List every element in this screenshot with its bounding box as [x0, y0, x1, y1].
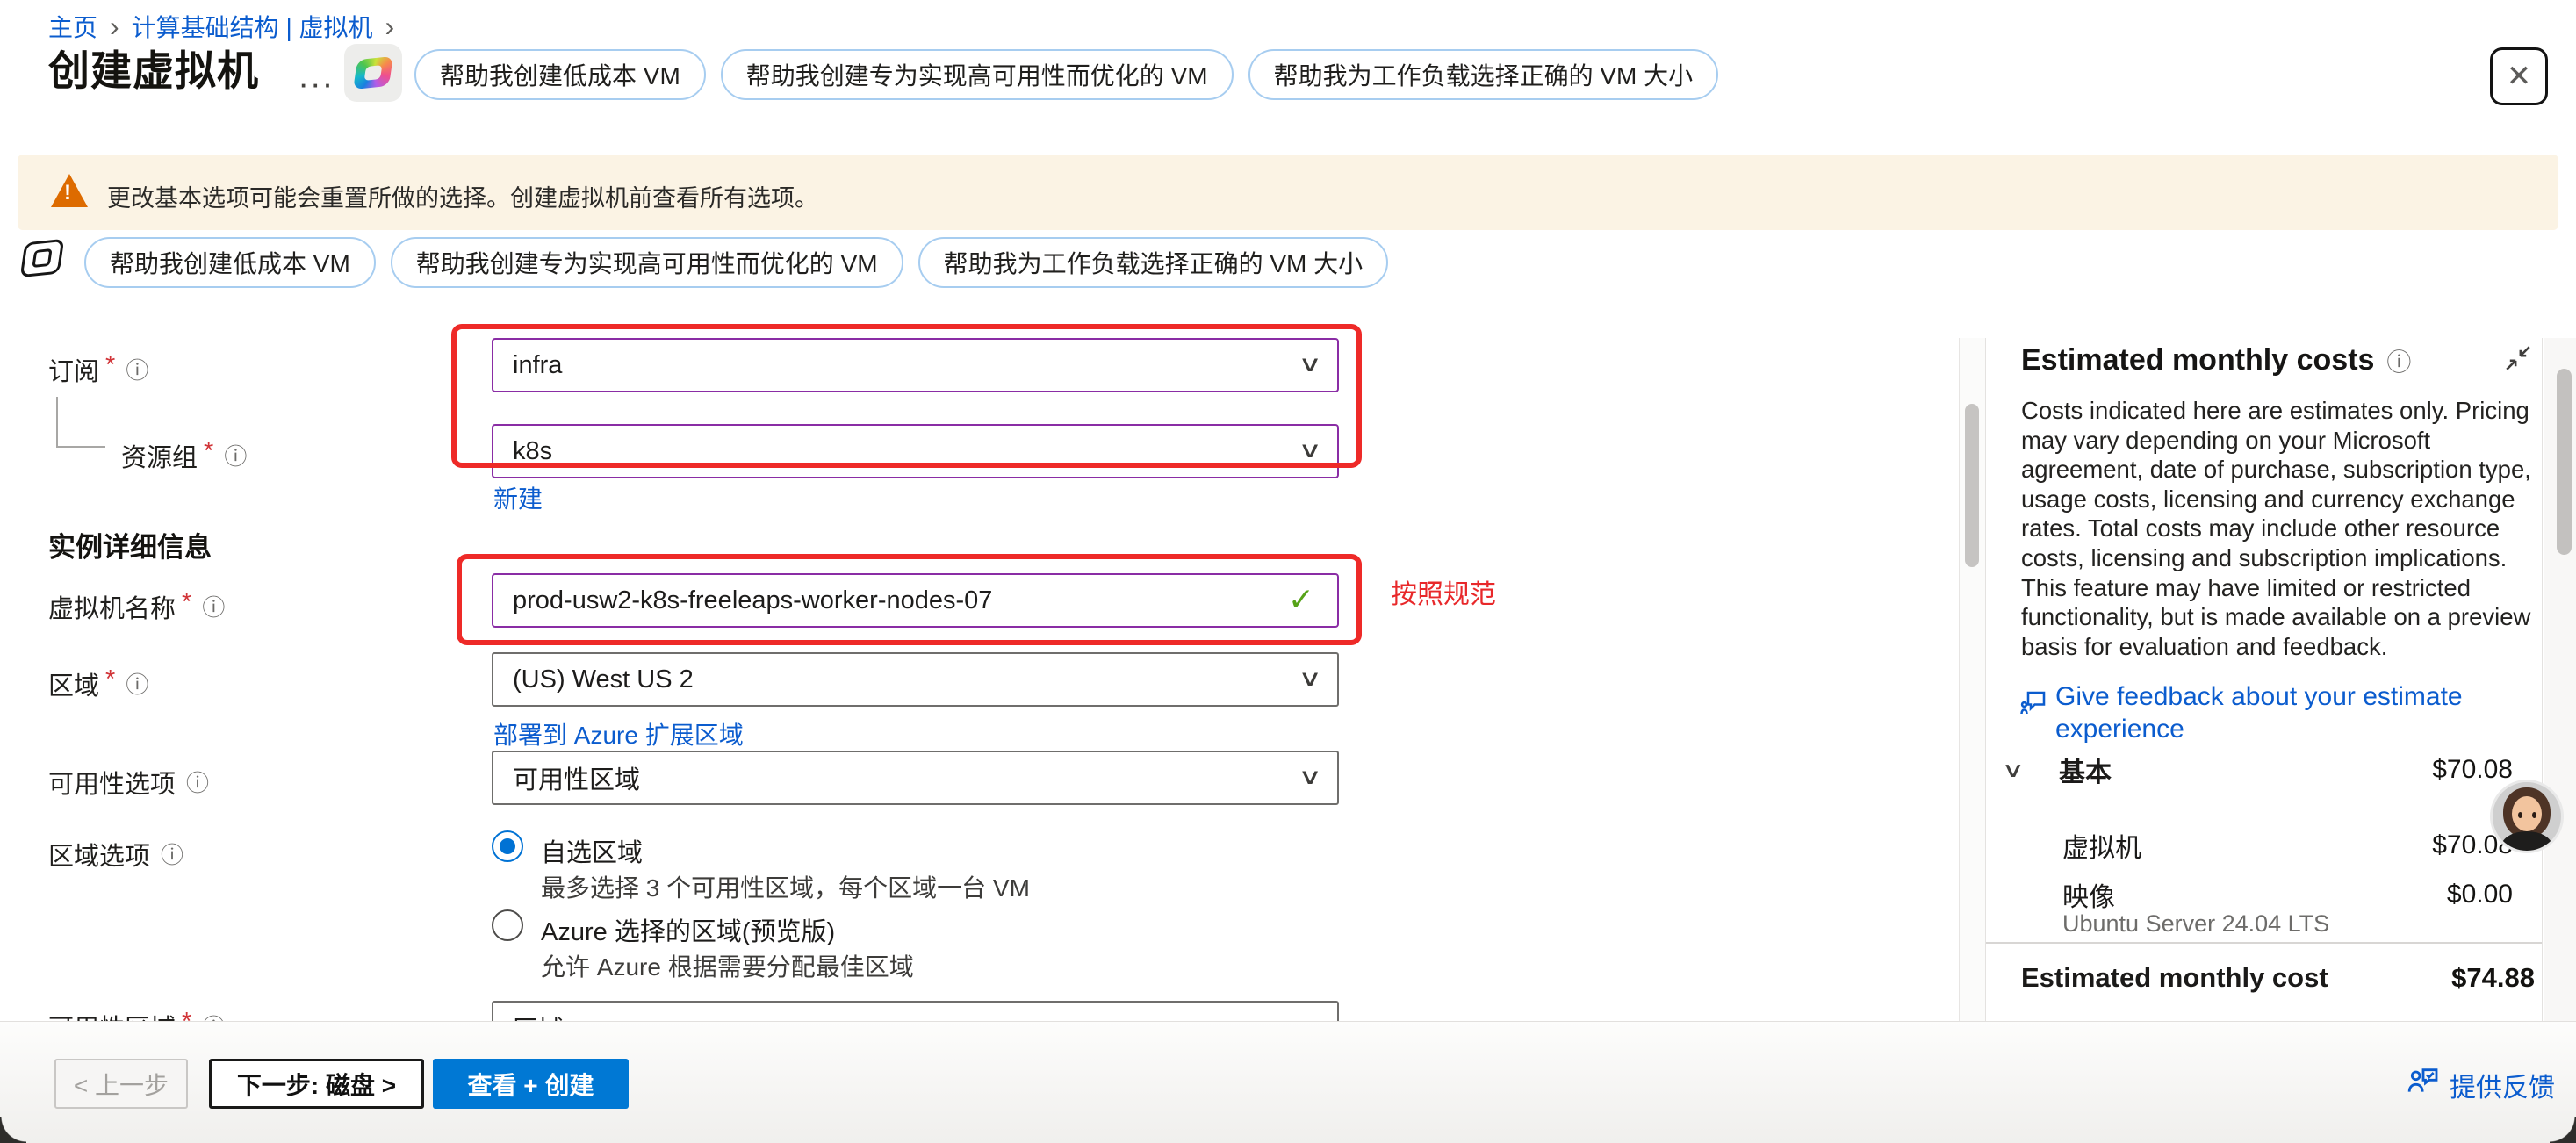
window-corner [2550, 1117, 2576, 1143]
tree-connector [56, 446, 105, 448]
copilot-prompt-row-header: 帮助我创建低成本 VM 帮助我创建专为实现高可用性而优化的 VM 帮助我为工作负… [414, 49, 1718, 100]
chevron-down-icon: ∨ [1298, 437, 1321, 464]
breadcrumb-separator-icon: › [110, 14, 119, 39]
required-marker: * [204, 437, 213, 466]
feedback-bubble-icon [2018, 687, 2049, 723]
vm-name-label: 虚拟机名称 * ⓘ [48, 588, 225, 625]
info-icon[interactable]: ⓘ [161, 837, 183, 870]
copilot-prompt-vm-size[interactable]: 帮助我为工作负载选择正确的 VM 大小 [1248, 49, 1719, 100]
feedback-person-icon [2406, 1064, 2441, 1103]
copilot-button[interactable] [344, 44, 402, 102]
cost-group-label: 基本 [2059, 751, 2112, 789]
user-avatar[interactable] [2490, 780, 2564, 853]
required-marker: * [105, 665, 115, 694]
copilot-icon [353, 56, 393, 90]
give-feedback-link[interactable]: 提供反馈 [2450, 1066, 2555, 1104]
cost-item-row: 虚拟机 $70.08 [1986, 828, 2542, 863]
window-corner [0, 1117, 26, 1143]
divider [1986, 942, 2542, 944]
copilot-outline-icon [23, 241, 61, 276]
azure-selected-zones-radio[interactable] [492, 909, 523, 941]
cost-total-value: $74.88 [2451, 962, 2535, 994]
zone-options-label: 区域选项 ⓘ [48, 836, 183, 873]
vm-name-field: ✓ [492, 573, 1339, 628]
chevron-down-icon: ∨ [1298, 351, 1321, 377]
cost-panel-title: Estimated monthly costs ⓘ [2021, 341, 2411, 378]
more-menu-button[interactable]: ··· [300, 72, 336, 99]
chevron-down-icon: ∨ [1298, 764, 1321, 790]
subscription-value: infra [513, 351, 562, 380]
vm-name-input[interactable] [513, 586, 1281, 615]
subscription-dropdown[interactable]: infra ∨ [492, 338, 1339, 392]
copilot-prompt-low-cost[interactable]: 帮助我创建低成本 VM [84, 237, 376, 288]
cost-vm-label: 虚拟机 [2062, 826, 2141, 865]
tree-connector [56, 397, 58, 448]
copilot-prompt-high-availability[interactable]: 帮助我创建专为实现高可用性而优化的 VM [721, 49, 1234, 100]
region-label: 区域 * ⓘ [48, 665, 148, 702]
avatar-face [2512, 796, 2542, 831]
azure-selected-zones-desc: 允许 Azure 根据需要分配最佳区域 [541, 948, 914, 983]
page-scrollbar-thumb[interactable] [2557, 369, 2572, 555]
validation-check-icon: ✓ [1288, 581, 1314, 618]
extended-zone-link[interactable]: 部署到 Azure 扩展区域 [493, 716, 744, 751]
collapse-panel-icon[interactable] [2503, 343, 2533, 377]
self-select-zones-radio[interactable] [492, 830, 523, 862]
cost-total-label: Estimated monthly cost [2021, 962, 2328, 994]
subscription-label: 订阅 * ⓘ [48, 351, 148, 388]
cost-disclaimer-text: Costs indicated here are estimates only.… [2021, 396, 2536, 661]
info-icon[interactable]: ⓘ [202, 590, 225, 622]
warning-banner: 更改基本选项可能会重置所做的选择。创建虚拟机前查看所有选项。 [18, 155, 2558, 230]
cost-image-subtext: Ubuntu Server 24.04 LTS [2062, 910, 2329, 938]
copilot-prompt-vm-size[interactable]: 帮助我为工作负载选择正确的 VM 大小 [918, 237, 1389, 288]
info-icon[interactable]: ⓘ [186, 766, 209, 798]
region-dropdown[interactable]: (US) West US 2 ∨ [492, 652, 1339, 707]
cost-total-row: Estimated monthly cost $74.88 [1986, 958, 2542, 998]
annotation-note: 按照规范 [1391, 572, 1496, 611]
close-button[interactable]: ✕ [2490, 47, 2548, 105]
cost-group-value: $70.08 [2432, 755, 2513, 785]
info-icon[interactable]: ⓘ [224, 439, 247, 471]
warning-icon [51, 174, 88, 207]
info-icon[interactable]: ⓘ [126, 667, 148, 700]
required-marker: * [105, 351, 115, 380]
avatar-shirt [2501, 831, 2552, 853]
cost-image-value: $0.00 [2447, 880, 2513, 909]
create-new-link[interactable]: 新建 [493, 480, 543, 515]
availability-options-label: 可用性选项 ⓘ [48, 764, 209, 801]
estimate-feedback-link[interactable]: Give feedback about your estimate experi… [2055, 680, 2477, 745]
availability-options-dropdown[interactable]: 可用性区域 ∨ [492, 751, 1339, 805]
form-scrollbar-thumb[interactable] [1965, 404, 1979, 567]
required-marker: * [182, 588, 191, 617]
copilot-prompt-row-body: 帮助我创建低成本 VM 帮助我创建专为实现高可用性而优化的 VM 帮助我为工作负… [84, 237, 1388, 288]
warning-message: 更改基本选项可能会重置所做的选择。创建虚拟机前查看所有选项。 [107, 179, 818, 213]
chevron-down-icon: ∨ [1298, 665, 1321, 692]
cost-image-label: 映像 [2062, 875, 2115, 914]
chevron-down-icon[interactable]: ∨ [2002, 758, 2025, 783]
availability-options-value: 可用性区域 [513, 759, 640, 796]
review-create-button[interactable]: 查看 + 创建 [433, 1059, 629, 1109]
self-select-zones-desc: 最多选择 3 个可用性区域，每个区域一台 VM [541, 869, 1030, 904]
info-icon[interactable]: ⓘ [126, 353, 148, 385]
instance-details-heading: 实例详细信息 [48, 525, 212, 564]
self-select-zones-label: 自选区域 [541, 832, 643, 869]
next-step-disks-button[interactable]: 下一步: 磁盘 > [209, 1059, 424, 1109]
page-title: 创建虚拟机 [48, 37, 259, 97]
region-value: (US) West US 2 [513, 665, 694, 694]
resource-group-value: k8s [513, 437, 552, 466]
close-icon: ✕ [2507, 59, 2532, 94]
cost-item-row: 映像 $0.00 [1986, 877, 2542, 912]
cost-estimate-panel: Estimated monthly costs ⓘ Costs indicate… [1985, 338, 2543, 1021]
azure-selected-zones-label: Azure 选择的区域(预览版) [541, 911, 835, 948]
wizard-footer: < 上一步 下一步: 磁盘 > 查看 + 创建 提供反馈 [0, 1021, 2576, 1143]
info-icon[interactable]: ⓘ [2386, 343, 2411, 378]
resource-group-dropdown[interactable]: k8s ∨ [492, 424, 1339, 478]
cost-group-row[interactable]: ∨ 基本 $70.08 [1986, 751, 2542, 789]
previous-step-button[interactable]: < 上一步 [54, 1059, 188, 1109]
resource-group-label: 资源组 * ⓘ [121, 437, 247, 474]
breadcrumb-separator-icon: › [385, 14, 395, 39]
copilot-prompt-high-availability[interactable]: 帮助我创建专为实现高可用性而优化的 VM [391, 237, 903, 288]
copilot-prompt-low-cost[interactable]: 帮助我创建低成本 VM [414, 49, 706, 100]
